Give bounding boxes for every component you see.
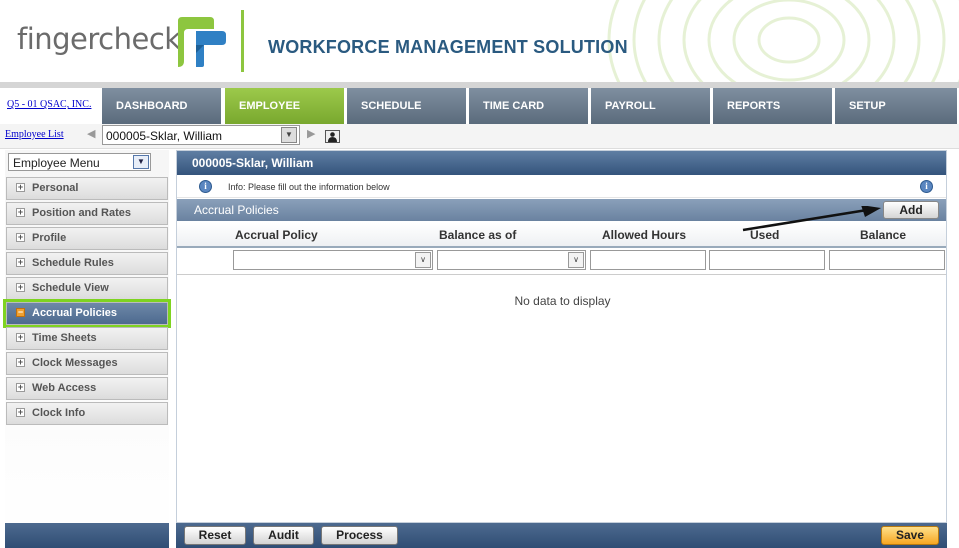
filter-row: ∨ ∨ (177, 248, 946, 275)
expand-icon: + (16, 382, 25, 392)
used-filter[interactable] (709, 250, 825, 270)
sidebar-item-label: Schedule View (32, 282, 109, 294)
save-button[interactable]: Save (881, 526, 939, 545)
expand-icon: + (16, 357, 25, 367)
expand-icon: + (16, 257, 25, 267)
next-arrow-icon[interactable]: ▶ (307, 127, 315, 140)
company-link[interactable]: Q5 - 01 QSAC, INC. (7, 99, 91, 110)
sidebar-item-web-access[interactable]: + Web Access (6, 377, 168, 400)
info-icon[interactable]: i (920, 180, 933, 193)
tab-employee[interactable]: EMPLOYEE (225, 88, 346, 124)
annotation-arrow (742, 206, 881, 232)
footer-toolbar: Reset Audit Process Save (176, 523, 947, 548)
expand-icon: + (16, 182, 25, 192)
employee-select[interactable]: 000005-Sklar, William ▼ (102, 125, 300, 145)
reset-button[interactable]: Reset (184, 526, 246, 545)
sidebar-item-label: Clock Info (32, 407, 86, 419)
info-bar: i Info: Please fill out the information … (177, 177, 946, 198)
fingercheck-logo-icon (178, 17, 226, 67)
sidebar-item-label: Accrual Policies (32, 307, 117, 319)
chevron-down-icon[interactable]: ∨ (568, 252, 584, 268)
sidebar-item-label: Position and Rates (32, 207, 132, 219)
employee-select-value: 000005-Sklar, William (106, 129, 223, 143)
balance-filter[interactable] (829, 250, 945, 270)
chevron-down-icon[interactable]: ▼ (281, 127, 297, 143)
sidebar-item-profile[interactable]: + Profile (6, 227, 168, 250)
tab-dashboard[interactable]: DASHBOARD (102, 88, 223, 124)
column-header-allowed-hours[interactable]: Allowed Hours (602, 228, 686, 242)
sidebar-item-label: Profile (32, 232, 67, 244)
column-header-balance-as-of[interactable]: Balance as of (439, 228, 516, 242)
sidebar-item-clock-messages[interactable]: + Clock Messages (6, 352, 168, 375)
expand-icon: + (16, 282, 25, 292)
collapse-icon: − (16, 307, 25, 317)
employee-menu-select[interactable]: Employee Menu ▼ (8, 153, 151, 171)
tab-schedule[interactable]: SCHEDULE (347, 88, 468, 124)
column-header-accrual-policy[interactable]: Accrual Policy (235, 228, 318, 242)
sidebar-item-label: Clock Messages (32, 357, 118, 369)
tab-payroll[interactable]: PAYROLL (591, 88, 712, 124)
app-header: fingercheck WORKFORCE MANAGEMENT SOLUTIO… (0, 0, 959, 82)
person-icon[interactable] (325, 130, 340, 143)
sidebar-item-label: Schedule Rules (32, 257, 114, 269)
audit-button[interactable]: Audit (253, 526, 314, 545)
sidebar-item-clock-info[interactable]: + Clock Info (6, 402, 168, 425)
employee-bar: Employee List ◀ 000005-Sklar, William ▼ … (0, 124, 959, 149)
expand-icon: + (16, 332, 25, 342)
tab-reports[interactable]: REPORTS (713, 88, 834, 124)
allowed-hours-filter[interactable] (590, 250, 706, 270)
expand-icon: + (16, 232, 25, 242)
brand-tagline: WORKFORCE MANAGEMENT SOLUTION (268, 37, 628, 57)
info-icon: i (199, 180, 212, 193)
sidebar-item-label: Personal (32, 182, 79, 194)
sidebar-item-personal[interactable]: + Personal (6, 177, 168, 200)
chevron-down-icon[interactable]: ▼ (133, 155, 149, 169)
sidebar-footer (5, 523, 169, 548)
employee-menu-value: Employee Menu (13, 156, 100, 170)
chevron-down-icon[interactable]: ∨ (415, 252, 431, 268)
expand-icon: + (16, 407, 25, 417)
sidebar-item-schedule-view[interactable]: + Schedule View (6, 277, 168, 300)
sidebar-item-label: Web Access (32, 382, 97, 394)
sidebar-item-label: Time Sheets (32, 332, 97, 344)
page-title: 000005-Sklar, William (177, 151, 946, 175)
tab-time-card[interactable]: TIME CARD (469, 88, 590, 124)
main-panel: 000005-Sklar, William i Info: Please fil… (176, 150, 947, 523)
sidebar: Employee Menu ▼ + Personal + Position and … (3, 150, 171, 548)
sidebar-item-time-sheets[interactable]: + Time Sheets (6, 327, 168, 350)
sidebar-item-accrual-policies[interactable]: − Accrual Policies (3, 299, 171, 328)
brand-logo-text: fingercheck (17, 22, 181, 56)
main-nav: Q5 - 01 QSAC, INC. DASHBOARD EMPLOYEE SC… (0, 88, 959, 124)
process-button[interactable]: Process (321, 526, 398, 545)
sidebar-item-schedule-rules[interactable]: + Schedule Rules (6, 252, 168, 275)
accrual-policy-filter[interactable]: ∨ (233, 250, 433, 270)
add-button[interactable]: Add (883, 201, 939, 219)
employee-list-link[interactable]: Employee List (5, 129, 64, 140)
info-text: Info: Please fill out the information be… (228, 182, 390, 192)
expand-icon: + (16, 207, 25, 217)
tab-setup[interactable]: SETUP (835, 88, 957, 124)
empty-state-text: No data to display (514, 294, 611, 308)
balance-as-of-filter[interactable]: ∨ (437, 250, 586, 270)
sidebar-item-position-and-rates[interactable]: + Position and Rates (6, 202, 168, 225)
header-divider (241, 10, 244, 72)
prev-arrow-icon[interactable]: ◀ (87, 127, 95, 140)
